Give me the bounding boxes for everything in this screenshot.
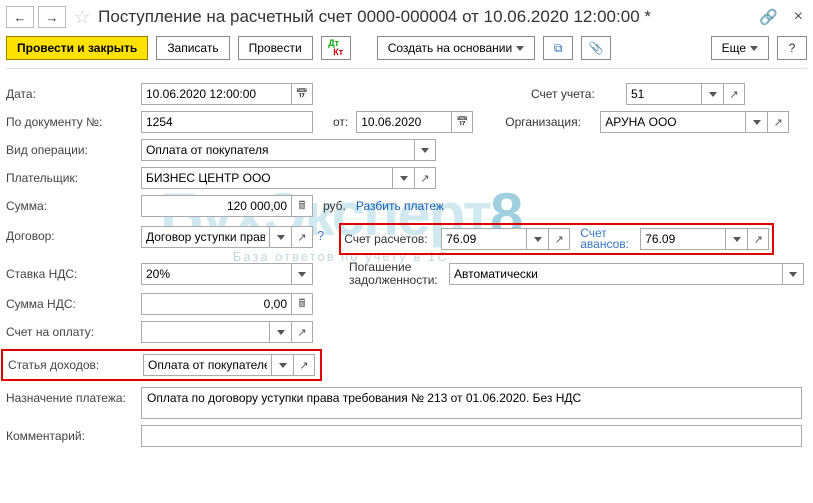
account-dropdown-icon[interactable] <box>701 83 723 105</box>
rub-label: руб. <box>323 199 346 213</box>
settle-acc-label: Счет расчетов: <box>344 232 441 246</box>
vat-rate-dropdown-icon[interactable] <box>291 263 313 285</box>
org-label: Организация: <box>505 115 600 129</box>
close-button[interactable]: × <box>790 8 807 26</box>
contract-label: Договор: <box>6 223 141 243</box>
income-item-open-icon[interactable] <box>293 354 315 376</box>
optype-label: Вид операции: <box>6 143 141 157</box>
org-dropdown-icon[interactable] <box>745 111 767 133</box>
debit-credit-button[interactable]: Дт Кт <box>321 36 351 60</box>
settle-acc-dropdown-icon[interactable] <box>526 228 548 250</box>
invoice-open-icon[interactable] <box>291 321 313 343</box>
income-item-input[interactable] <box>143 354 271 376</box>
create-based-on-button[interactable]: Создать на основании <box>377 36 536 60</box>
debt-repay-dropdown-icon[interactable] <box>782 263 804 285</box>
advance-acc-open-icon[interactable] <box>747 228 769 250</box>
contract-open-icon[interactable] <box>291 226 313 248</box>
optype-dropdown-icon[interactable] <box>414 139 436 161</box>
vat-rate-label: Ставка НДС: <box>6 267 141 281</box>
help-button[interactable]: ? <box>777 36 807 60</box>
more-button[interactable]: Еще <box>711 36 769 60</box>
debt-repay-input[interactable] <box>449 263 782 285</box>
toolbar: Провести и закрыть Записать Провести Дт … <box>6 36 807 69</box>
date-calendar-icon[interactable] <box>291 83 313 105</box>
debt-repay-label: Погашениезадолженности: <box>349 261 449 287</box>
date-label: Дата: <box>6 87 141 101</box>
vat-rate-input[interactable] <box>141 263 291 285</box>
invoice-dropdown-icon[interactable] <box>269 321 291 343</box>
income-item-highlight-box: Статья доходов: <box>1 349 322 381</box>
payer-input[interactable] <box>141 167 392 189</box>
post-button[interactable]: Провести <box>238 36 313 60</box>
accounts-highlight-box: Счет расчетов: Счет авансов: <box>339 223 774 255</box>
invoice-input[interactable] <box>141 321 269 343</box>
comment-label: Комментарий: <box>6 429 141 443</box>
structure-button[interactable]: ⧉ <box>543 36 573 60</box>
settle-acc-open-icon[interactable] <box>548 228 570 250</box>
payer-open-icon[interactable] <box>414 167 436 189</box>
advance-acc-dropdown-icon[interactable] <box>725 228 747 250</box>
amount-label: Сумма: <box>6 199 141 213</box>
doc-date-calendar-icon[interactable] <box>451 111 473 133</box>
income-item-dropdown-icon[interactable] <box>271 354 293 376</box>
window-title: Поступление на расчетный счет 0000-00000… <box>98 7 755 27</box>
vat-amount-calc-icon[interactable] <box>291 293 313 315</box>
contract-help-icon[interactable]: ? <box>317 228 324 243</box>
payer-dropdown-icon[interactable] <box>392 167 414 189</box>
split-payment-link[interactable]: Разбить платеж <box>356 199 444 214</box>
from-label: от: <box>333 115 348 129</box>
attach-button[interactable]: 📎 <box>581 36 611 60</box>
advance-acc-label: Счет авансов: <box>580 228 640 250</box>
nav-forward-button[interactable]: → <box>38 6 66 28</box>
advance-acc-input[interactable] <box>640 228 725 250</box>
post-and-close-button[interactable]: Провести и закрыть <box>6 36 148 60</box>
comment-input[interactable] <box>141 425 802 447</box>
contract-dropdown-icon[interactable] <box>269 226 291 248</box>
link-icon[interactable]: 🔗 <box>759 8 778 26</box>
window-header: ← → ☆ Поступление на расчетный счет 0000… <box>6 6 807 28</box>
amount-calc-icon[interactable] <box>291 195 313 217</box>
vat-amount-input[interactable] <box>141 293 291 315</box>
org-input[interactable] <box>600 111 745 133</box>
write-button[interactable]: Записать <box>156 36 229 60</box>
account-label: Счет учета: <box>531 87 626 101</box>
purpose-textarea[interactable] <box>141 387 802 419</box>
account-input[interactable] <box>626 83 701 105</box>
doc-no-input[interactable] <box>141 111 313 133</box>
settle-acc-input[interactable] <box>441 228 526 250</box>
payer-label: Плательщик: <box>6 171 141 185</box>
nav-back-button[interactable]: ← <box>6 6 34 28</box>
contract-input[interactable] <box>141 226 269 248</box>
org-open-icon[interactable] <box>767 111 789 133</box>
date-input[interactable] <box>141 83 291 105</box>
optype-input[interactable] <box>141 139 414 161</box>
doc-date-input[interactable] <box>356 111 451 133</box>
account-open-icon[interactable] <box>723 83 745 105</box>
purpose-label: Назначение платежа: <box>6 387 141 405</box>
vat-amount-label: Сумма НДС: <box>6 297 141 311</box>
amount-input[interactable] <box>141 195 291 217</box>
invoice-label: Счет на оплату: <box>6 325 141 339</box>
favorite-star-icon[interactable]: ☆ <box>74 7 90 28</box>
income-item-label: Статья доходов: <box>3 358 143 372</box>
doc-no-label: По документу №: <box>6 115 141 129</box>
